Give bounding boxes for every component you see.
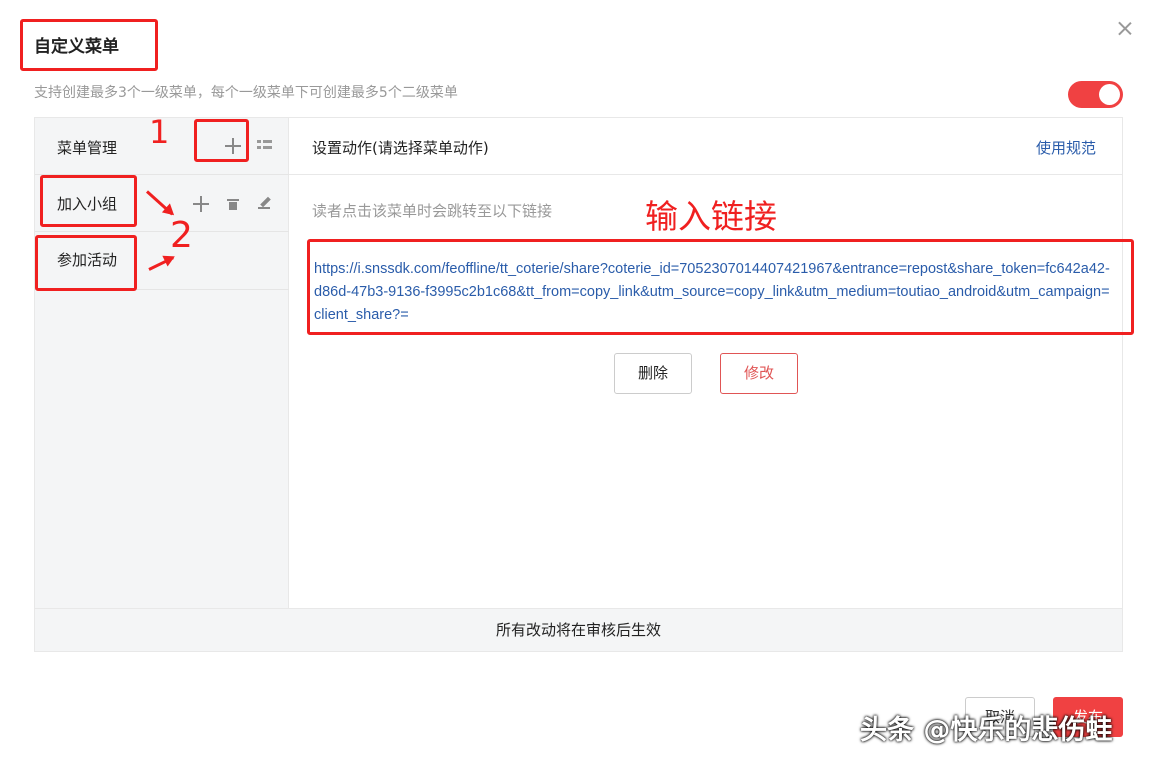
- action-settings-label: 设置动作(请选择菜单动作): [312, 139, 489, 157]
- action-settings-header: 设置动作(请选择菜单动作) 使用规范: [289, 118, 1122, 175]
- sort-list-icon[interactable]: [257, 140, 272, 151]
- menu-management-label: 菜单管理: [57, 139, 118, 157]
- annotation-title-box: [20, 19, 158, 71]
- usage-rules-link[interactable]: 使用规范: [1036, 137, 1096, 158]
- annotation-step2: 2: [170, 215, 193, 256]
- redirect-hint: 读者点击该菜单时会跳转至以下链接: [312, 202, 553, 220]
- watermark: 头条 @快乐的悲伤蛙: [860, 715, 1113, 746]
- menu-editor-panel: 菜单管理 加入小组 参加活动 设置动作(请选择菜单动作) 使用规范 读者点击该菜…: [34, 117, 1123, 652]
- menu-enable-toggle[interactable]: [1068, 81, 1123, 108]
- annotation-input-link: 输入链接: [645, 197, 777, 236]
- annotation-add-box: [194, 119, 249, 162]
- delete-button[interactable]: 删除: [614, 353, 692, 394]
- annotation-item1-box: [40, 175, 137, 227]
- delete-trash-icon[interactable]: [227, 198, 239, 210]
- annotation-step1: 1: [149, 113, 170, 151]
- edit-button[interactable]: 修改: [720, 353, 798, 394]
- review-notice: 所有改动将在审核后生效: [35, 608, 1122, 651]
- dialog-subtitle: 支持创建最多3个一级菜单，每个一级菜单下可创建最多5个二级菜单: [34, 85, 458, 101]
- annotation-item2-box: [35, 235, 137, 291]
- toggle-knob: [1099, 84, 1120, 105]
- custom-menu-dialog: 自定义菜单 支持创建最多3个一级菜单，每个一级菜单下可创建最多5个二级菜单 菜单…: [0, 0, 1152, 765]
- annotation-url-box: [307, 239, 1134, 335]
- close-icon[interactable]: [1114, 18, 1136, 40]
- add-submenu-plus-icon[interactable]: [193, 196, 209, 212]
- edit-pencil-icon[interactable]: [258, 196, 271, 209]
